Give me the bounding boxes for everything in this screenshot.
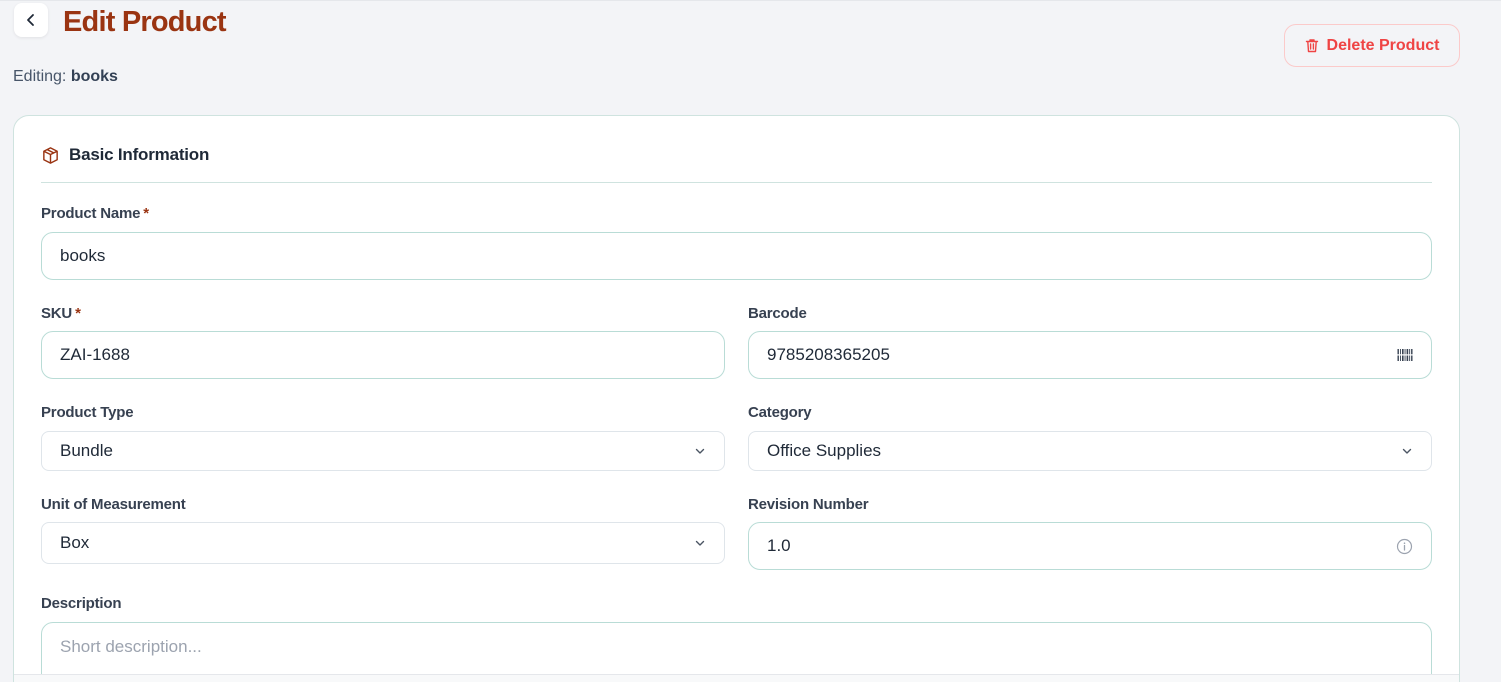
next-card-edge (14, 674, 1459, 682)
barcode-icon (1397, 349, 1413, 361)
category-select[interactable]: Office Supplies (748, 431, 1432, 471)
sku-value: ZAI-1688 (60, 345, 130, 364)
product-name-label: Product Name * (41, 205, 149, 223)
unit-dropdown-indicator (694, 537, 706, 549)
product-type-value: Bundle (60, 441, 113, 460)
basic-information-card: Basic Information Product Name * books SK… (13, 115, 1460, 682)
description-label: Description (41, 595, 122, 612)
delete-product-button[interactable]: Delete Product (1284, 24, 1460, 67)
trash-icon (1305, 39, 1318, 53)
chevron-down-icon (695, 448, 705, 454)
delete-product-label: Delete Product (1326, 36, 1440, 54)
product-name-input[interactable]: books (41, 232, 1432, 280)
unit-select[interactable]: Box (41, 522, 725, 564)
category-dropdown-indicator (1401, 445, 1413, 457)
product-type-dropdown-indicator (694, 445, 706, 457)
page-title: Edit Product (63, 6, 227, 38)
unit-label: Unit of Measurement (41, 496, 186, 513)
back-button[interactable] (14, 3, 48, 37)
sku-label: SKU * (41, 305, 81, 323)
editing-subtitle: Editing: books (13, 67, 118, 87)
barcode-scan-button[interactable] (1397, 348, 1413, 362)
chevron-down-icon (695, 540, 705, 546)
unit-value: Box (60, 533, 90, 552)
revision-value: 1.0 (767, 536, 791, 555)
section-title: Basic Information (69, 145, 210, 164)
product-type-label: Product Type (41, 404, 134, 421)
edit-product-page: Edit Product Editing: books Delete Produ… (0, 0, 1501, 682)
barcode-value: 9785208365205 (767, 345, 890, 364)
top-border (0, 0, 1501, 1)
product-name-label-text: Product Name (41, 205, 141, 222)
description-textarea[interactable]: Short description... (41, 622, 1432, 682)
barcode-label: Barcode (748, 305, 807, 322)
required-marker: * (143, 205, 149, 222)
info-icon (1396, 538, 1413, 554)
category-value: Office Supplies (767, 441, 882, 460)
sku-label-text: SKU (41, 305, 73, 322)
revision-number-input[interactable]: 1.0 (748, 522, 1432, 570)
description-placeholder: Short description... (60, 637, 202, 656)
revision-label: Revision Number (748, 496, 869, 513)
section-divider (41, 182, 1432, 183)
required-marker: * (75, 305, 81, 322)
editing-product-name: books (70, 68, 118, 85)
editing-prefix: Editing: (13, 68, 67, 85)
package-icon (43, 146, 58, 164)
product-name-value: books (60, 246, 106, 265)
section-header: Basic Information (41, 145, 209, 165)
category-label: Category (748, 404, 812, 421)
product-type-select[interactable]: Bundle (41, 431, 725, 471)
chevron-down-icon (1402, 448, 1412, 454)
barcode-input[interactable]: 9785208365205 (748, 331, 1432, 379)
sku-input[interactable]: ZAI-1688 (41, 331, 725, 379)
chevron-left-icon (27, 14, 34, 26)
revision-info (1396, 538, 1413, 555)
